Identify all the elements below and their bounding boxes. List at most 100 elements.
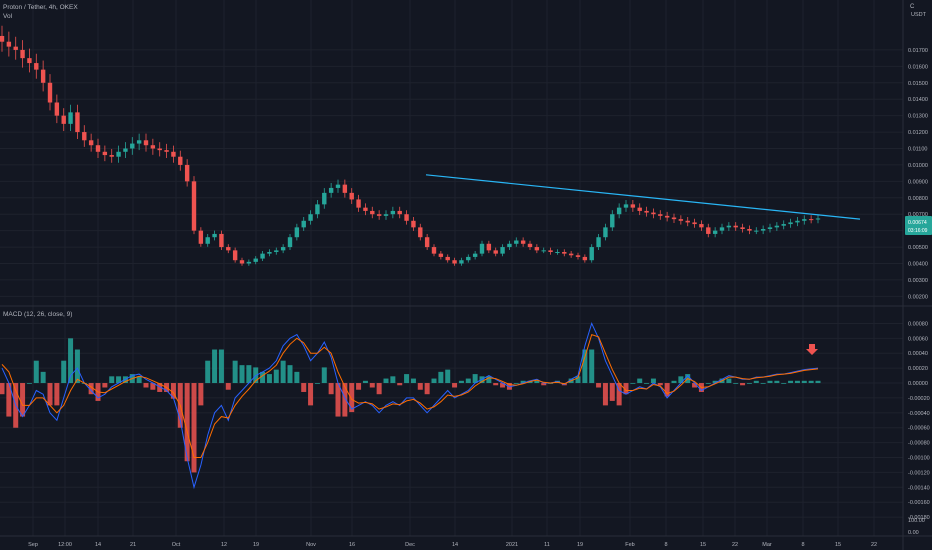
candle-body <box>459 260 464 264</box>
macd-histogram-bar <box>671 380 677 384</box>
time-tick-label: 15 <box>835 542 841 548</box>
macd-tick-label: 0.00000 <box>908 381 928 387</box>
macd-histogram-bar <box>753 380 759 384</box>
macd-histogram-bar <box>308 383 314 406</box>
candle-body <box>322 192 327 205</box>
candle-body <box>692 222 697 225</box>
candle-body <box>445 256 450 261</box>
candle-body <box>178 156 183 165</box>
candle-body <box>116 151 121 157</box>
candle-body <box>466 256 471 261</box>
candle-body <box>411 220 416 228</box>
candle-body <box>363 207 368 211</box>
corner-label[interactable]: C <box>910 4 915 10</box>
macd-histogram-bar <box>33 360 39 384</box>
candle-body <box>315 204 320 215</box>
candle-body <box>342 184 348 193</box>
candle-body <box>246 261 252 264</box>
macd-tick-label: -0.00100 <box>908 456 930 462</box>
candle-body <box>191 181 197 231</box>
time-tick-label: Nov <box>306 542 316 548</box>
time-tick-label: 15 <box>700 542 706 548</box>
macd-histogram-bar <box>198 383 204 406</box>
macd-histogram-bar <box>801 380 807 384</box>
time-tick-label: 16 <box>349 542 355 548</box>
candle-body <box>452 260 457 264</box>
candle-body <box>143 140 149 146</box>
macd-histogram-bar <box>376 383 382 395</box>
candle-body <box>623 204 629 208</box>
macd-histogram-bar <box>74 349 80 384</box>
macd-histogram-bar <box>410 378 416 384</box>
candle-body <box>493 250 498 254</box>
candle-body <box>253 258 258 262</box>
macd-title: MACD (12, 26, close, 9) <box>3 311 72 318</box>
time-tick-label: Feb <box>625 542 634 548</box>
macd-histogram-bar <box>280 360 286 384</box>
time-tick-label: 8 <box>801 542 804 548</box>
candle-body <box>88 140 94 146</box>
candle-body <box>815 218 821 220</box>
price-tick-label: 0.01700 <box>908 48 928 54</box>
candle-body <box>370 210 375 215</box>
macd-histogram-bar <box>301 383 307 392</box>
candle-body <box>109 155 114 157</box>
macd-histogram-bar <box>397 383 403 386</box>
candle-body <box>397 210 402 215</box>
candle-body <box>589 247 594 261</box>
candle-body <box>678 219 684 221</box>
macd-tick-label: -0.00080 <box>908 441 930 447</box>
candle-body <box>424 237 430 248</box>
macd-histogram-bar <box>314 383 320 384</box>
macd-histogram-bar <box>205 360 211 384</box>
macd-histogram-bar <box>246 365 252 384</box>
time-tick-label: 21 <box>130 542 136 548</box>
price-tick-label: 0.01600 <box>908 64 928 70</box>
candle-body <box>226 247 231 251</box>
candle-body <box>356 199 361 208</box>
candle-body <box>788 222 793 225</box>
candle-body <box>616 207 622 215</box>
time-tick-label: Sep <box>28 542 38 548</box>
candle-body <box>472 253 478 257</box>
candle-body <box>774 225 780 228</box>
time-tick-label: 14 <box>452 542 458 548</box>
candle-body <box>486 243 492 251</box>
candle-body <box>733 225 738 228</box>
macd-tick-label: -0.00060 <box>908 426 930 432</box>
macd-axis-ticks[interactable]: 0.00080 0.00060 0.00040 0.00020 0.00000 -0.00… <box>908 321 930 536</box>
currency-label: USDT <box>911 12 927 18</box>
macd-histogram-bar <box>788 380 794 384</box>
candle-body <box>20 49 25 59</box>
price-tag-countdown: 03:16:09 <box>908 228 928 234</box>
macd-histogram-bar <box>644 383 650 384</box>
candle-body <box>548 250 553 252</box>
candle-body <box>136 140 142 144</box>
macd-histogram-bar <box>404 374 410 384</box>
candle-body <box>555 252 560 253</box>
candle-body <box>267 252 272 254</box>
macd-histogram-bar <box>390 376 396 384</box>
candle-body <box>376 214 382 216</box>
macd-histogram-bar <box>54 383 60 406</box>
macd-histogram-bar <box>740 383 746 386</box>
candle-body <box>198 230 204 244</box>
macd-histogram-bar <box>109 376 115 384</box>
candle-body <box>767 227 773 229</box>
macd-histogram-bar <box>212 349 218 384</box>
candle-body <box>130 143 135 149</box>
macd-histogram-bar <box>20 383 26 417</box>
time-tick-label: 12 <box>221 542 227 548</box>
macd-histogram-bar <box>369 383 375 388</box>
time-tick-label: Mar <box>762 542 772 548</box>
macd-histogram-bar <box>767 380 773 384</box>
candle-body <box>760 229 766 231</box>
candle-body <box>287 237 293 248</box>
candle-body <box>184 164 190 182</box>
time-tick-label: 19 <box>253 542 259 548</box>
macd-histogram-bar <box>678 376 684 384</box>
candle-body <box>54 102 60 116</box>
candle-body <box>500 247 505 254</box>
price-tag: 0.00674 03:16:09 <box>905 216 932 235</box>
price-tick-label: 0.00500 <box>908 245 928 251</box>
